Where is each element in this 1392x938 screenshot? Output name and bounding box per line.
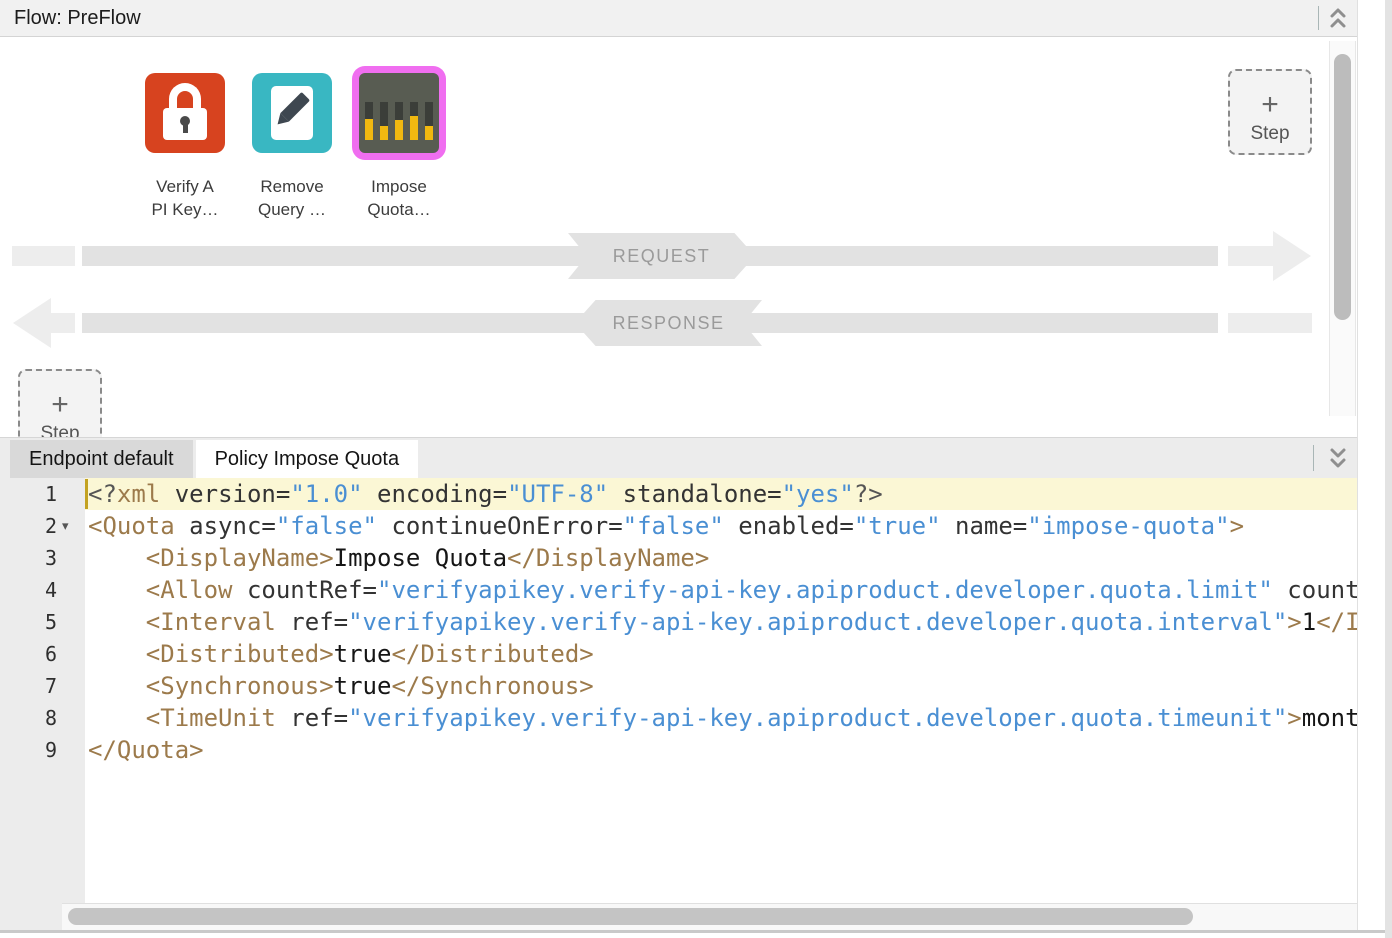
flow-scrollbar-thumb[interactable] [1334,54,1351,320]
code-line-4[interactable]: 4 <Allow countRef="verifyapikey.verify-a… [0,574,1358,606]
policy-label: ImposeQuota… [335,175,463,221]
code-text[interactable]: <Allow countRef="verifyapikey.verify-api… [85,574,1358,606]
line-number: 9 [0,734,85,766]
text-caret [85,479,88,509]
code-line-8[interactable]: 8 <TimeUnit ref="verifyapikey.verify-api… [0,702,1358,734]
api-proxy-flow-editor: Flow: PreFlow Verify API Key… RemoveQuery… [0,0,1392,938]
add-step-button-request[interactable]: + Step [1228,69,1312,155]
editor-tabs: Endpoint defaultPolicy Impose Quota [10,440,418,478]
flow-title: Flow: PreFlow [14,0,141,36]
plus-icon: + [1230,90,1310,120]
line-number: 7 [0,670,85,702]
code-lines: 1<?xml version="1.0" encoding="UTF-8" st… [0,478,1358,766]
pencil-icon [252,73,332,153]
policy-list: Verify API Key… RemoveQuery … ImposeQuota… [145,73,439,221]
code-line-2[interactable]: 2▾ <Quota async="false" continueOnError="… [0,510,1358,542]
chevrons-up-icon [1327,5,1349,31]
fold-marker-icon[interactable]: ▾ [62,510,69,542]
line-number: 2 [0,510,85,542]
tab-bar-divider [1313,445,1314,471]
code-text[interactable]: <Interval ref="verifyapikey.verify-api-k… [85,606,1358,638]
lock-icon [145,73,225,153]
hscroll-thumb[interactable] [68,908,1193,925]
editor-hscrollbar [0,903,1358,930]
add-step-button-response[interactable]: + Step [18,369,102,437]
bar-chart-icon [359,73,439,153]
flow-scrollbar-track[interactable] [1329,41,1356,416]
line-number: 3 [0,542,85,574]
policy-remove-query[interactable]: RemoveQuery … [252,73,332,221]
window-edge-strip [1385,0,1392,938]
tab-endpoint-default[interactable]: Endpoint default [10,440,193,478]
code-text[interactable]: <TimeUnit ref="verifyapikey.verify-api-k… [85,702,1358,734]
plus-icon: + [20,390,100,420]
collapse-flow-button[interactable] [1325,4,1351,32]
response-arrow-shaft [50,313,75,333]
tab-policy-impose-quota[interactable]: Policy Impose Quota [196,440,419,478]
flow-header: Flow: PreFlow [0,0,1358,37]
flow-canvas: Verify API Key…RemoveQuery …ImposeQuota…… [0,38,1358,437]
line-number: 5 [0,606,85,638]
code-line-5[interactable]: 5 <Interval ref="verifyapikey.verify-api… [0,606,1358,638]
editor-tab-bar: Endpoint defaultPolicy Impose Quota [0,437,1358,478]
request-arrow-shaft [1228,246,1274,266]
request-bar-start-segment [12,246,75,266]
collapse-editor-button[interactable] [1325,444,1351,472]
code-line-1[interactable]: 1<?xml version="1.0" encoding="UTF-8" st… [0,478,1358,510]
step-button-label: Step [1230,123,1310,145]
header-divider [1318,6,1319,30]
response-label: RESPONSE [575,300,762,346]
line-number: 4 [0,574,85,606]
code-text[interactable]: </Quota> [85,734,1358,766]
hscroll-track[interactable] [62,903,1358,930]
response-bar-end-segment [1228,313,1312,333]
code-text[interactable]: <Quota async="false" continueOnError="fa… [85,510,1358,542]
line-number: 8 [0,702,85,734]
code-line-7[interactable]: 7 <Synchronous>true</Synchronous> [0,670,1358,702]
code-line-3[interactable]: 3 <DisplayName>Impose Quota</DisplayName… [0,542,1358,574]
code-text[interactable]: <Distributed>true</Distributed> [85,638,1358,670]
code-text[interactable]: <DisplayName>Impose Quota</DisplayName> [85,542,1358,574]
policy-verify-api-key[interactable]: Verify API Key… [145,73,225,221]
request-arrowhead-icon [1273,231,1311,281]
panel-bottom-border [0,930,1392,933]
panel-right-border [1357,0,1358,930]
code-text[interactable]: <Synchronous>true</Synchronous> [85,670,1358,702]
gutter-corner [0,903,62,930]
request-label: REQUEST [568,233,755,279]
step-button-label: Step [20,423,100,437]
code-line-9[interactable]: 9</Quota> [0,734,1358,766]
chevrons-down-icon [1327,445,1349,471]
code-line-6[interactable]: 6 <Distributed>true</Distributed> [0,638,1358,670]
code-text[interactable]: <?xml version="1.0" encoding="UTF-8" sta… [85,478,1358,510]
policy-impose-quota[interactable]: ImposeQuota… [359,73,439,221]
line-number: 1 [0,478,85,510]
line-number: 6 [0,638,85,670]
response-arrowhead-icon [13,298,51,348]
xml-code-editor[interactable]: 1<?xml version="1.0" encoding="UTF-8" st… [0,478,1358,903]
